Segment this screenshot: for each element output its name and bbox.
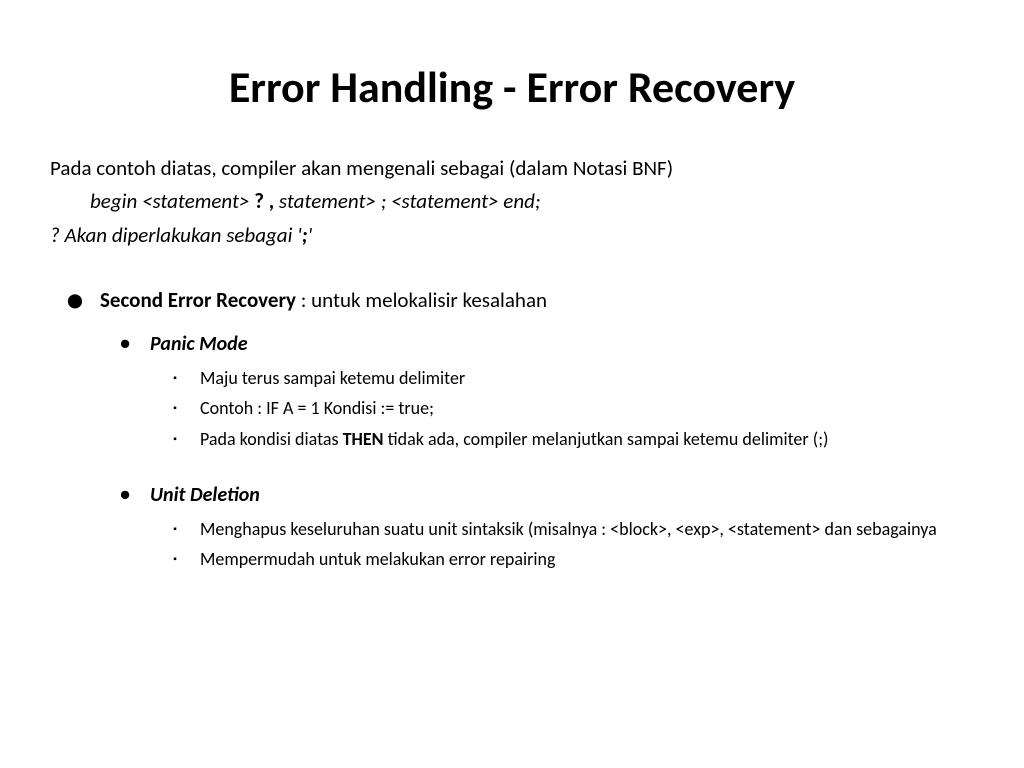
main-rest: : untuk melokalisir kesalahan (296, 287, 547, 313)
subsub-text: Maju terus sampai ketemu delimiter (200, 366, 974, 390)
bullet-icon: ● (100, 481, 150, 507)
list-item-subsub: ▪ Menghapus keseluruhan suatu unit sinta… (50, 517, 974, 541)
bullet-icon: ▪ (150, 427, 200, 451)
subsub-bold: THEN (343, 428, 384, 450)
intro-text: Pada contoh diatas, compiler akan mengen… (50, 154, 974, 183)
subsub-prefix: Pada kondisi diatas (200, 428, 343, 450)
list-item-subsub: ▪ Contoh : IF A = 1 Kondisi := true; (50, 396, 974, 420)
list-item-main: ⬤ Second Error Recovery : untuk melokali… (50, 286, 974, 316)
subsub-text: Pada kondisi diatas THEN tidak ada, comp… (200, 427, 974, 451)
question-part1: ? Akan diperlakukan sebagai ' (50, 222, 302, 248)
slide-body: Pada contoh diatas, compiler akan mengen… (50, 154, 974, 572)
list-item-text: Second Error Recovery : untuk melokalisi… (100, 286, 974, 315)
list-item-sub: ● Panic Mode (50, 330, 974, 358)
bullet-icon: ▪ (150, 517, 200, 541)
slide-title: Error Handling - Error Recovery (50, 60, 974, 114)
bnf-part1: begin <statement> (90, 188, 254, 214)
question-part3: ' (308, 222, 313, 248)
question-text: ? Akan diperlakukan sebagai ';' (50, 221, 974, 250)
list-item-sub: ● Unit Deletion (50, 481, 974, 509)
list-item-subsub: ▪ Mempermudah untuk melakukan error repa… (50, 547, 974, 571)
bnf-part3: statement> ; <statement> end; (274, 188, 540, 214)
subsub-text: Menghapus keseluruhan suatu unit sintaks… (200, 517, 974, 541)
subsub-suffix: tidak ada, compiler melanjutkan sampai k… (384, 428, 829, 450)
bullet-icon: ▪ (150, 396, 200, 420)
sub-title: Unit Deletion (150, 481, 974, 509)
bnf-part2: ? , (254, 188, 274, 214)
sub-title: Panic Mode (150, 330, 974, 358)
subsub-text: Mempermudah untuk melakukan error repair… (200, 547, 974, 571)
bullet-icon: ⬤ (50, 286, 100, 316)
bullet-icon: ▪ (150, 366, 200, 390)
main-bold: Second Error Recovery (100, 287, 296, 313)
bullet-icon: ▪ (150, 547, 200, 571)
list-item-subsub: ▪ Pada kondisi diatas THEN tidak ada, co… (50, 427, 974, 451)
bullet-icon: ● (100, 330, 150, 356)
bnf-notation: begin <statement> ? , statement> ; <stat… (50, 187, 974, 216)
list-item-subsub: ▪ Maju terus sampai ketemu delimiter (50, 366, 974, 390)
subsub-text: Contoh : IF A = 1 Kondisi := true; (200, 396, 974, 420)
